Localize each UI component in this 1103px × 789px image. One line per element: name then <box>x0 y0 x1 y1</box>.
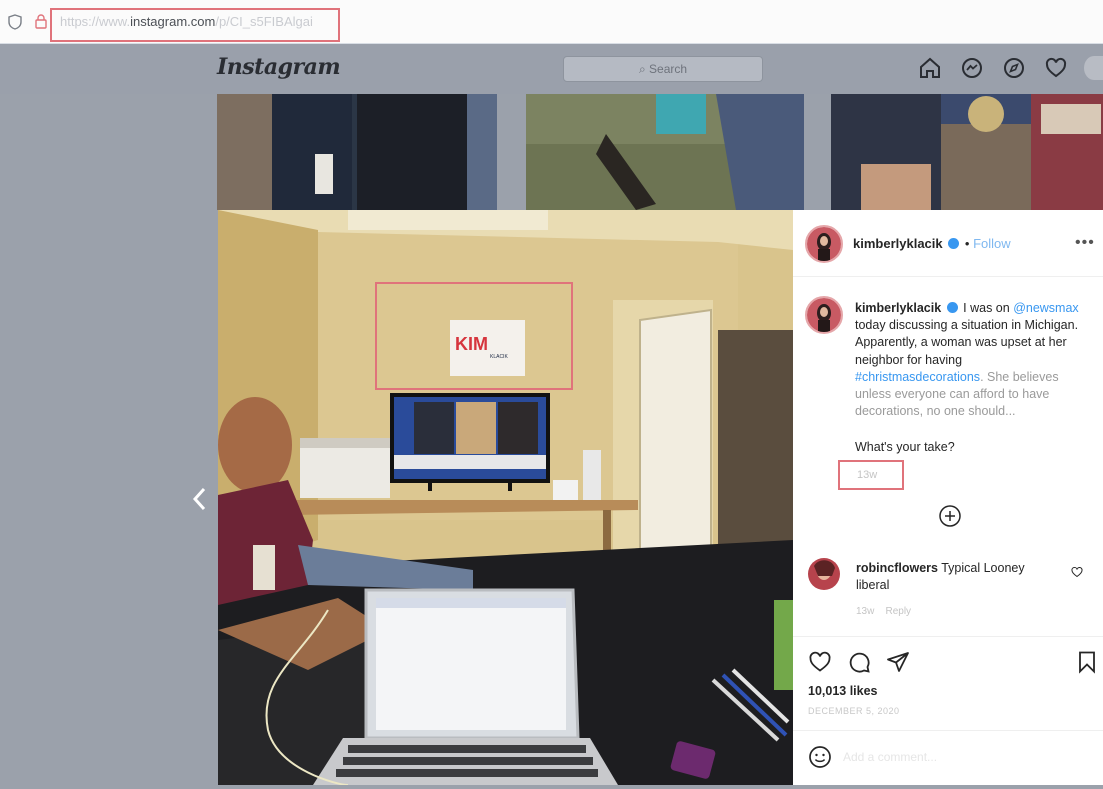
url-highlight-box <box>50 8 340 42</box>
caption-avatar-image <box>807 298 841 332</box>
commenter-avatar-image <box>808 558 840 590</box>
profile-avatar-icon[interactable] <box>1084 56 1103 80</box>
separator-dot: • <box>964 236 970 251</box>
thumbnail-image <box>831 94 1103 210</box>
share-direct-icon[interactable] <box>886 650 910 674</box>
lock-icon <box>35 14 47 29</box>
caption-question: What's your take? <box>855 440 955 454</box>
caption-username[interactable]: kimberlyklacik <box>855 301 941 315</box>
search-input[interactable]: ⌕ Search <box>563 56 763 82</box>
comment-item: robincflowers Typical Looney liberal <box>856 560 1056 594</box>
verified-badge-icon <box>946 302 958 313</box>
post-timestamp[interactable]: 13w <box>857 469 877 481</box>
grid-thumbnail[interactable] <box>217 94 497 210</box>
messenger-icon[interactable] <box>960 56 984 80</box>
mention-link[interactable]: @newsmax <box>1013 301 1079 315</box>
comment-reply-button[interactable]: Reply <box>885 606 911 617</box>
verified-badge-icon <box>948 238 960 249</box>
add-comment-input[interactable]: Add a comment... <box>843 750 937 764</box>
caption-body-1: today discussing a situation in Michigan… <box>855 318 1079 367</box>
instagram-header: Instagram ⌕ Search <box>0 44 1103 94</box>
thumbnail-image <box>217 94 497 210</box>
grid-thumbnail[interactable] <box>831 94 1103 210</box>
home-icon[interactable] <box>918 56 942 80</box>
commenter-username[interactable]: robincflowers <box>856 561 938 575</box>
explore-icon[interactable] <box>1002 56 1026 80</box>
like-heart-icon[interactable] <box>808 650 832 674</box>
post-header: kimberlyklacik • Follow <box>853 236 1011 251</box>
hashtag-link[interactable]: #christmasdecorations <box>855 370 980 384</box>
comment-like-heart-icon[interactable] <box>1071 566 1083 578</box>
search-placeholder: Search <box>649 62 688 76</box>
sign-highlight-box <box>375 282 573 390</box>
browser-address-bar[interactable]: https://www.instagram.com/p/CI_s5FIBAlga… <box>0 0 1103 44</box>
more-options-icon[interactable]: ••• <box>1075 234 1095 252</box>
load-more-comments-icon[interactable] <box>938 504 962 528</box>
author-avatar[interactable] <box>805 225 843 263</box>
commenter-avatar[interactable] <box>808 558 840 590</box>
comment-time[interactable]: 13w <box>856 606 874 617</box>
caption-avatar[interactable] <box>805 296 843 334</box>
grid-thumbnail[interactable] <box>526 94 804 210</box>
divider <box>793 276 1103 277</box>
author-avatar-image <box>807 227 841 261</box>
author-username[interactable]: kimberlyklacik <box>853 236 943 251</box>
heart-icon[interactable] <box>1044 56 1068 80</box>
follow-button[interactable]: Follow <box>973 236 1011 251</box>
search-icon: ⌕ <box>638 62 650 76</box>
likes-count[interactable]: 10,013 likes <box>808 684 878 698</box>
save-bookmark-icon[interactable] <box>1075 650 1099 674</box>
divider <box>793 730 1103 731</box>
caption-intro: I was on <box>963 301 1010 315</box>
comment-bubble-icon[interactable] <box>847 650 871 674</box>
previous-post-arrow-icon[interactable] <box>188 484 212 514</box>
thumbnail-image <box>526 94 804 210</box>
divider <box>793 636 1103 637</box>
emoji-icon[interactable] <box>808 745 832 769</box>
comment-meta: 13w Reply <box>856 606 911 617</box>
post-date: DECEMBER 5, 2020 <box>808 706 900 716</box>
shield-icon <box>8 14 22 30</box>
post-caption: kimberlyklacik I was on @newsmax today d… <box>855 300 1090 420</box>
instagram-logo[interactable]: Instagram <box>217 54 341 80</box>
post-side-panel: kimberlyklacik • Follow ••• kimberlyklac… <box>793 210 1103 785</box>
